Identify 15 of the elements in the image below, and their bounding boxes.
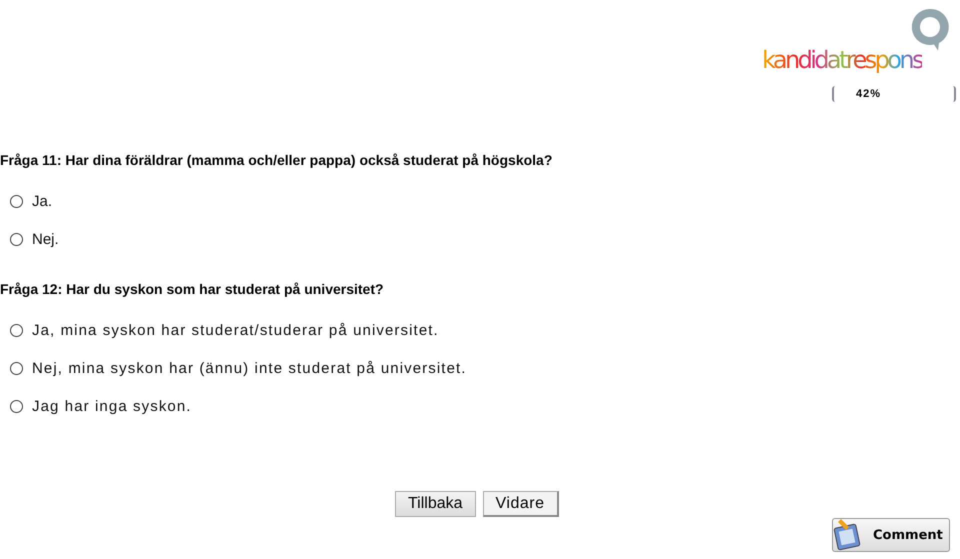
radio-button[interactable]	[10, 400, 23, 412]
option-label[interactable]: Jag har inga syskon.	[32, 398, 192, 414]
option-label[interactable]: Nej.	[32, 230, 59, 248]
question-title: Fråga 12: Har du syskon som har studerat på universitet?	[0, 281, 385, 297]
radio-button[interactable]	[10, 362, 23, 374]
option-label[interactable]: Ja.	[32, 192, 52, 210]
radio-button[interactable]	[10, 194, 23, 208]
question-title: Fråga 11: Har dina föräldrar (mamma och/eller pappa) också studerat på högskola?	[0, 152, 554, 168]
radio-button[interactable]	[10, 324, 23, 336]
comment-button[interactable]: Comment	[832, 518, 950, 552]
next-button[interactable]: Vidare	[482, 491, 559, 517]
option-label[interactable]: Ja, mina syskon har studerat/studerar på universitet.	[32, 322, 439, 338]
option-label[interactable]: Nej, mina syskon har (ännu) inte studerat på universitet.	[32, 360, 467, 376]
back-button[interactable]: Tillbaka	[395, 491, 476, 517]
radio-button[interactable]	[10, 232, 23, 246]
